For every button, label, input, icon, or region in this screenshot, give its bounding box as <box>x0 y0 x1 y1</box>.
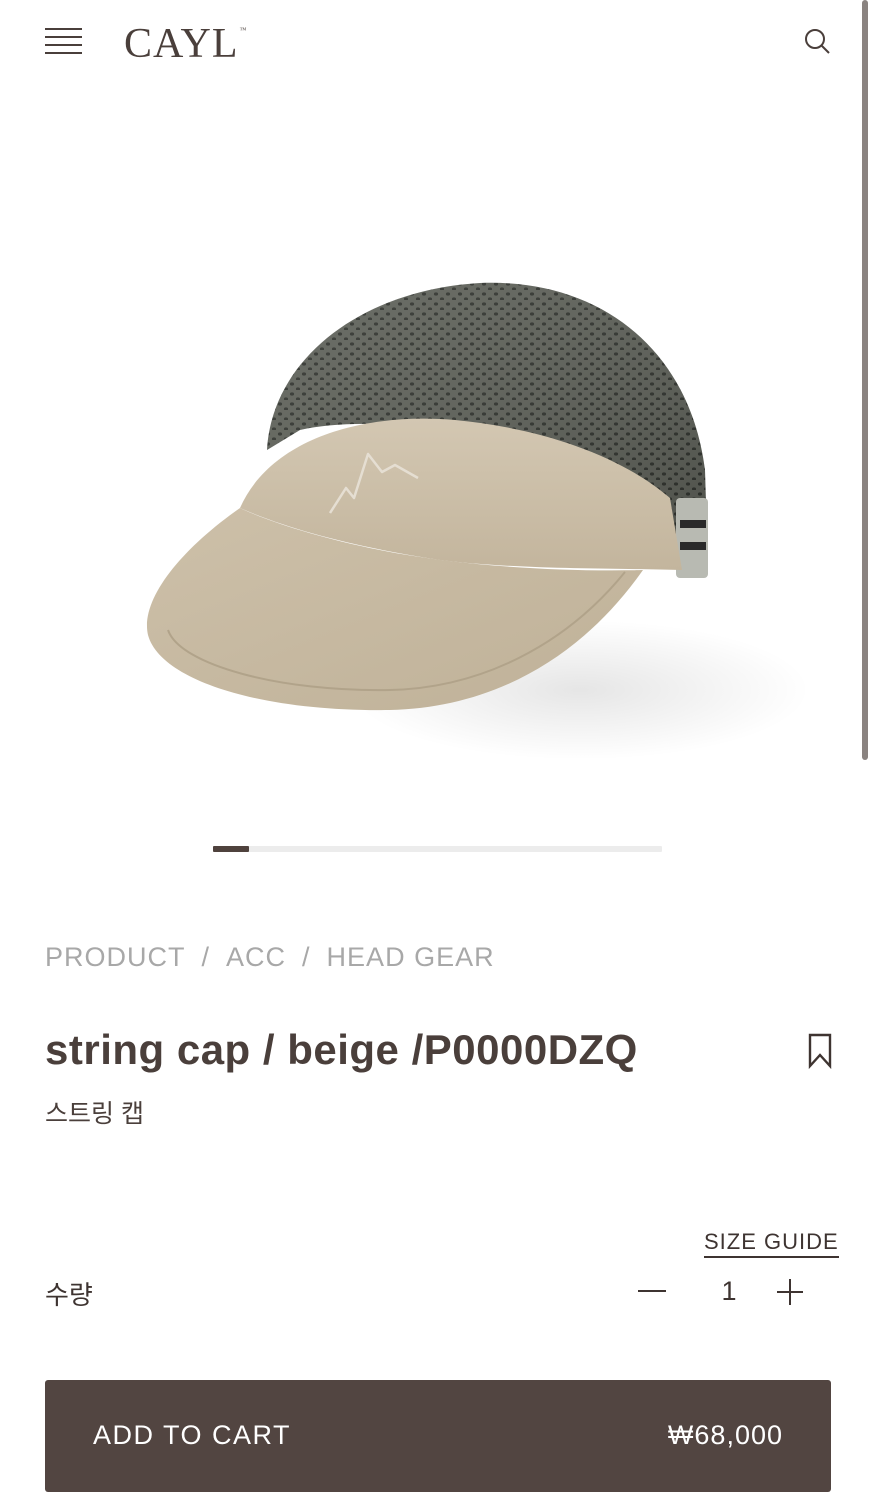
price: ₩68,000 <box>667 1420 783 1450</box>
breadcrumb: PRODUCT / ACC / HEAD GEAR <box>45 942 495 973</box>
trademark-mark: ™ <box>239 26 247 34</box>
gallery-progress-track[interactable] <box>213 846 662 852</box>
brand-logo[interactable]: CAYL™ <box>124 20 246 68</box>
gallery-progress-fill <box>213 846 249 852</box>
add-to-cart-label: ADD TO CART <box>93 1420 292 1450</box>
logo-text: CAYL <box>124 21 239 67</box>
breadcrumb-acc[interactable]: ACC <box>226 942 286 972</box>
breadcrumb-product[interactable]: PRODUCT <box>45 942 186 972</box>
hamburger-menu-icon[interactable] <box>45 28 82 56</box>
bookmark-icon[interactable] <box>806 1033 834 1069</box>
breadcrumb-separator: / <box>302 942 311 972</box>
product-title: string cap / beige /P0000DZQ <box>45 1026 638 1073</box>
quantity-label: 수량 <box>45 1280 93 1310</box>
breadcrumb-separator: / <box>201 942 211 972</box>
product-subtitle: 스트링 캡 <box>45 1100 144 1128</box>
product-gallery[interactable] <box>0 90 876 890</box>
size-guide-link[interactable]: SIZE GUIDE <box>704 1229 839 1258</box>
search-icon[interactable] <box>803 27 831 55</box>
breadcrumb-head-gear[interactable]: HEAD GEAR <box>327 942 495 972</box>
product-image[interactable] <box>60 90 830 880</box>
quantity-value[interactable]: 1 <box>718 1276 740 1307</box>
minus-icon[interactable] <box>638 1290 668 1293</box>
add-to-cart-button[interactable]: ADD TO CART ₩68,000 <box>45 1380 831 1492</box>
plus-icon[interactable] <box>777 1279 803 1305</box>
header: CAYL™ <box>0 0 876 90</box>
